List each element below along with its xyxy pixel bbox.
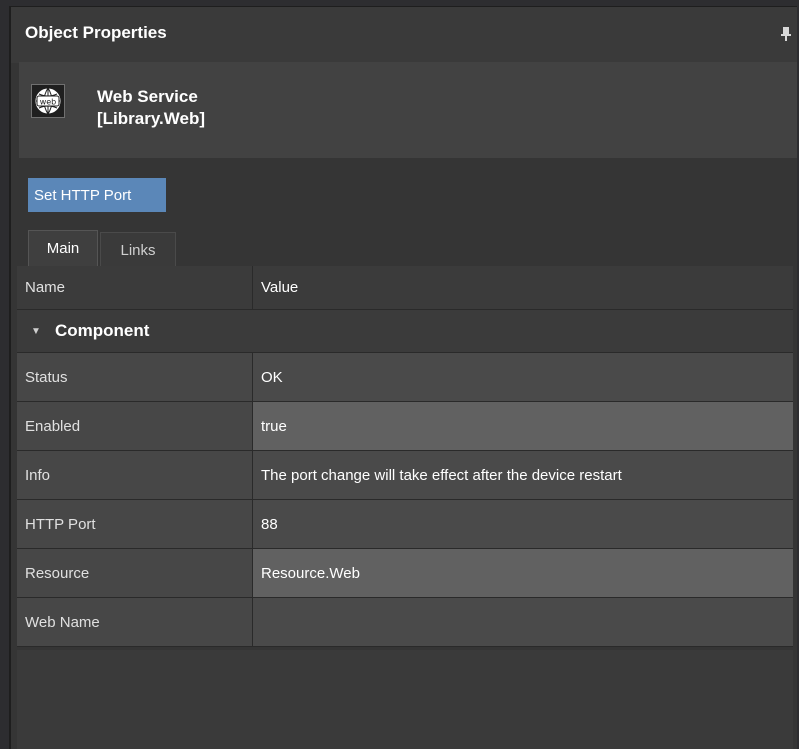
property-name: Resource bbox=[17, 549, 252, 597]
property-row-http-port[interactable]: HTTP Port 88 bbox=[17, 500, 793, 549]
object-name: Web Service bbox=[97, 87, 198, 106]
property-row-resource[interactable]: Resource Resource.Web bbox=[17, 549, 793, 598]
column-header-value: Value bbox=[252, 266, 793, 309]
set-http-port-button[interactable]: Set HTTP Port bbox=[28, 178, 166, 212]
property-row-status[interactable]: Status OK bbox=[17, 353, 793, 402]
panel-titlebar: Object Properties bbox=[11, 7, 797, 63]
group-component[interactable]: ▼ Component bbox=[17, 310, 793, 353]
property-value[interactable]: OK bbox=[252, 353, 793, 401]
property-value[interactable]: Resource.Web bbox=[252, 549, 793, 597]
tab-main[interactable]: Main bbox=[28, 230, 98, 266]
object-title: Web Service [Library.Web] bbox=[97, 86, 205, 130]
property-value[interactable] bbox=[252, 598, 793, 646]
property-row-web-name[interactable]: Web Name bbox=[17, 598, 793, 647]
property-name: Enabled bbox=[17, 402, 252, 450]
web-icon-text: web bbox=[40, 98, 57, 107]
property-name: HTTP Port bbox=[17, 500, 252, 548]
pin-icon[interactable] bbox=[781, 27, 791, 41]
property-value[interactable]: The port change will take effect after t… bbox=[252, 451, 793, 499]
property-name: Status bbox=[17, 353, 252, 401]
grid-empty-area bbox=[17, 650, 793, 749]
property-value[interactable]: true bbox=[252, 402, 793, 450]
property-grid: Name Value ▼ Component Status OK Enabled… bbox=[17, 266, 793, 647]
property-name: Web Name bbox=[17, 598, 252, 646]
group-component-label: Component bbox=[55, 321, 150, 340]
column-header-name: Name bbox=[17, 266, 252, 309]
property-row-enabled[interactable]: Enabled true bbox=[17, 402, 793, 451]
property-row-info[interactable]: Info The port change will take effect af… bbox=[17, 451, 793, 500]
grid-header: Name Value bbox=[17, 266, 793, 310]
property-name: Info bbox=[17, 451, 252, 499]
tab-links[interactable]: Links bbox=[100, 232, 176, 266]
panel-title: Object Properties bbox=[25, 23, 167, 42]
chevron-down-icon[interactable]: ▼ bbox=[31, 326, 41, 337]
object-type: [Library.Web] bbox=[97, 109, 205, 128]
property-value[interactable]: 88 bbox=[252, 500, 793, 548]
object-header: web Web Service [Library.Web] bbox=[19, 62, 797, 158]
web-globe-icon: web bbox=[31, 84, 65, 118]
